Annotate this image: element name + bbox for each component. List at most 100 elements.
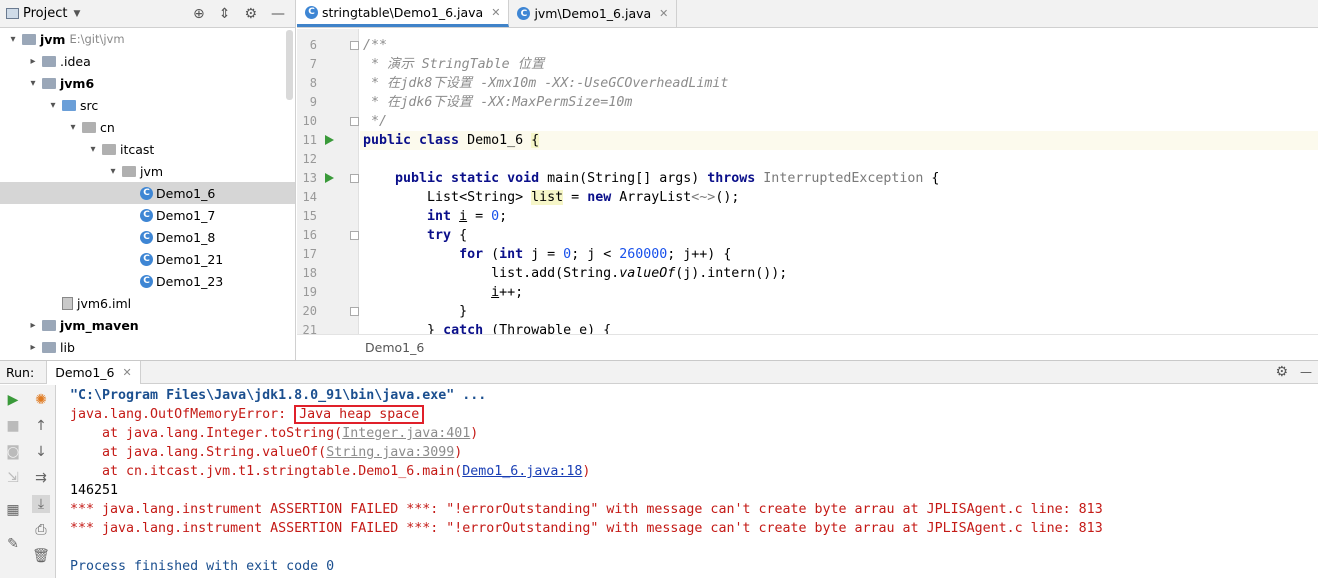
tree-item[interactable]: ▾ itcast (0, 138, 295, 160)
class-icon: C (140, 186, 153, 200)
camera-icon[interactable]: ◙ (4, 443, 22, 461)
fold-marker-icon[interactable] (350, 117, 359, 126)
tab-label: jvm\Demo1_6.java (534, 6, 652, 21)
folder-icon (62, 99, 76, 111)
tree-item[interactable]: ▾ jvm6 (0, 72, 295, 94)
tree-item[interactable]: C Demo1_8 (0, 226, 295, 248)
code-line-13: public static void main(String[] args) t… (363, 171, 940, 186)
collapse-all-icon[interactable]: ⇕ (219, 6, 231, 22)
code-line-17: for (int j = 0; j < 260000; j++) { (363, 247, 732, 262)
run-method-icon[interactable] (325, 173, 334, 183)
tree-item-label: .idea (60, 53, 91, 69)
line-number: 8 (309, 76, 317, 90)
folder-icon (42, 77, 56, 89)
pin-icon[interactable]: ✎ (4, 535, 22, 553)
chevron-down-icon[interactable]: ▾ (66, 122, 80, 133)
tree-item[interactable]: jvm6.iml (0, 292, 295, 314)
tree-item[interactable]: ▾ cn (0, 116, 295, 138)
code-line-14: List<String> list = new ArrayList<~>(); (363, 190, 740, 205)
breadcrumb[interactable]: Demo1_6 (297, 334, 1318, 360)
close-icon[interactable]: ✕ (491, 6, 500, 19)
tree-item[interactable]: ▸ .idea (0, 50, 295, 72)
gear-icon[interactable]: ⚙ (244, 6, 257, 22)
console-command-line: "C:\Program Files\Java\jdk1.8.0_91\bin\j… (70, 388, 487, 403)
fold-marker-icon[interactable] (350, 307, 359, 316)
code-line-18: list.add(String.valueOf(j).intern()); (363, 266, 788, 281)
run-toolbar: ▶ ✺ ■ ↑ ◙ ↓ ⇲ ⇉ ▦ ⤓ ⎙ ✎ 🗑 (0, 385, 56, 578)
hide-icon[interactable]: — (271, 6, 285, 22)
chevron-down-icon[interactable]: ▾ (86, 144, 100, 155)
tree-item-label: jvm (40, 31, 66, 47)
tree-item-label: Demo1_7 (156, 207, 216, 223)
locate-icon[interactable]: ⊕ (193, 6, 205, 22)
iml-file-icon (62, 296, 73, 310)
soft-wrap-icon[interactable]: ⇉ (32, 469, 50, 487)
tree-item-label: Demo1_8 (156, 229, 216, 245)
line-number: 19 (302, 285, 317, 299)
run-class-icon[interactable] (325, 135, 334, 145)
rerun-icon[interactable]: ▶ (4, 391, 22, 409)
fold-marker-icon[interactable] (350, 174, 359, 183)
console-assertion-line: *** java.lang.instrument ASSERTION FAILE… (70, 502, 1103, 517)
chevron-down-icon[interactable]: ▾ (106, 166, 120, 177)
down-arrow-icon[interactable]: ↓ (32, 443, 50, 461)
tree-item-label: Demo1_23 (156, 273, 224, 289)
layout-icon[interactable]: ▦ (4, 501, 22, 519)
chevron-down-icon[interactable]: ▾ (46, 100, 60, 111)
chevron-down-icon[interactable]: ▾ (26, 78, 40, 89)
chevron-right-icon[interactable]: ▸ (26, 320, 40, 331)
class-icon: C (517, 7, 531, 20)
tree-item[interactable]: ▾ jvm (0, 160, 295, 182)
project-title[interactable]: Project (23, 6, 67, 21)
tree-item[interactable]: ▾ jvm E:\git\jvm (0, 28, 295, 50)
chevron-down-icon[interactable]: ▼ (73, 9, 80, 19)
breadcrumb-item[interactable]: Demo1_6 (365, 340, 424, 355)
line-number: 7 (309, 57, 317, 71)
up-arrow-icon[interactable]: ↑ (32, 417, 50, 435)
chevron-right-icon[interactable]: ▸ (26, 56, 40, 67)
error-highlight-box: Java heap space (294, 405, 425, 424)
line-number: 16 (302, 228, 317, 242)
console-error-line: java.lang.OutOfMemoryError: Java heap sp… (70, 405, 425, 424)
package-icon (102, 143, 116, 155)
run-panel-header: Run: Demo1_6 ✕ ⚙ — (0, 360, 1318, 384)
tree-item[interactable]: C Demo1_23 (0, 270, 295, 292)
tree-item[interactable]: C Demo1_21 (0, 248, 295, 270)
code-line-19: i++; (491, 285, 524, 300)
tree-item-label: itcast (120, 141, 155, 157)
stack-link[interactable]: Integer.java:401 (342, 426, 470, 441)
console-assertion-line: *** java.lang.instrument ASSERTION FAILE… (70, 521, 1103, 536)
tree-item-label: cn (100, 119, 115, 135)
chevron-down-icon[interactable]: ▾ (6, 34, 20, 45)
trash-icon[interactable]: 🗑 (32, 547, 50, 565)
console-output[interactable]: "C:\Program Files\Java\jdk1.8.0_91\bin\j… (57, 385, 1318, 578)
tree-item[interactable]: ▸ lib (0, 336, 295, 358)
stop-icon[interactable]: ■ (4, 417, 22, 435)
tree-item-label: Demo1_21 (156, 251, 224, 267)
hide-icon[interactable]: — (1300, 365, 1312, 379)
close-icon[interactable]: ✕ (122, 366, 131, 379)
chevron-right-icon[interactable]: ▸ (26, 342, 40, 353)
tree-item[interactable]: C Demo1_6 (0, 182, 295, 204)
tab-jvm-demo1-6[interactable]: C jvm\Demo1_6.java ✕ (509, 0, 678, 27)
run-tab-demo1-6[interactable]: Demo1_6 ✕ (46, 360, 141, 384)
tab-stringtable-demo1-6[interactable]: C stringtable\Demo1_6.java ✕ (297, 0, 510, 27)
fold-marker-icon[interactable] (350, 231, 359, 240)
tree-item[interactable]: C Demo1_7 (0, 204, 295, 226)
gear-icon[interactable]: ⚙ (1275, 364, 1288, 380)
class-icon: C (140, 274, 153, 288)
tree-scrollbar[interactable] (286, 30, 293, 100)
stack-link[interactable]: String.java:3099 (326, 445, 454, 460)
close-icon[interactable]: ✕ (659, 7, 668, 20)
code-line-20: } (363, 304, 468, 319)
line-number: 15 (302, 209, 317, 223)
exit-icon[interactable]: ⇲ (4, 469, 22, 487)
tree-item[interactable]: ▾ src (0, 94, 295, 116)
code-editor[interactable]: 6 7 8 9 10 11 12 13 14 15 16 17 18 19 20 21 /** * 演示 St… (297, 29, 1318, 334)
scroll-to-end-icon[interactable]: ⤓ (32, 495, 50, 513)
debug-icon[interactable]: ✺ (32, 391, 50, 409)
fold-marker-icon[interactable] (350, 41, 359, 50)
print-icon[interactable]: ⎙ (32, 521, 50, 539)
tree-item[interactable]: ▸ jvm_maven (0, 314, 295, 336)
stack-link[interactable]: Demo1_6.java:18 (462, 464, 582, 479)
